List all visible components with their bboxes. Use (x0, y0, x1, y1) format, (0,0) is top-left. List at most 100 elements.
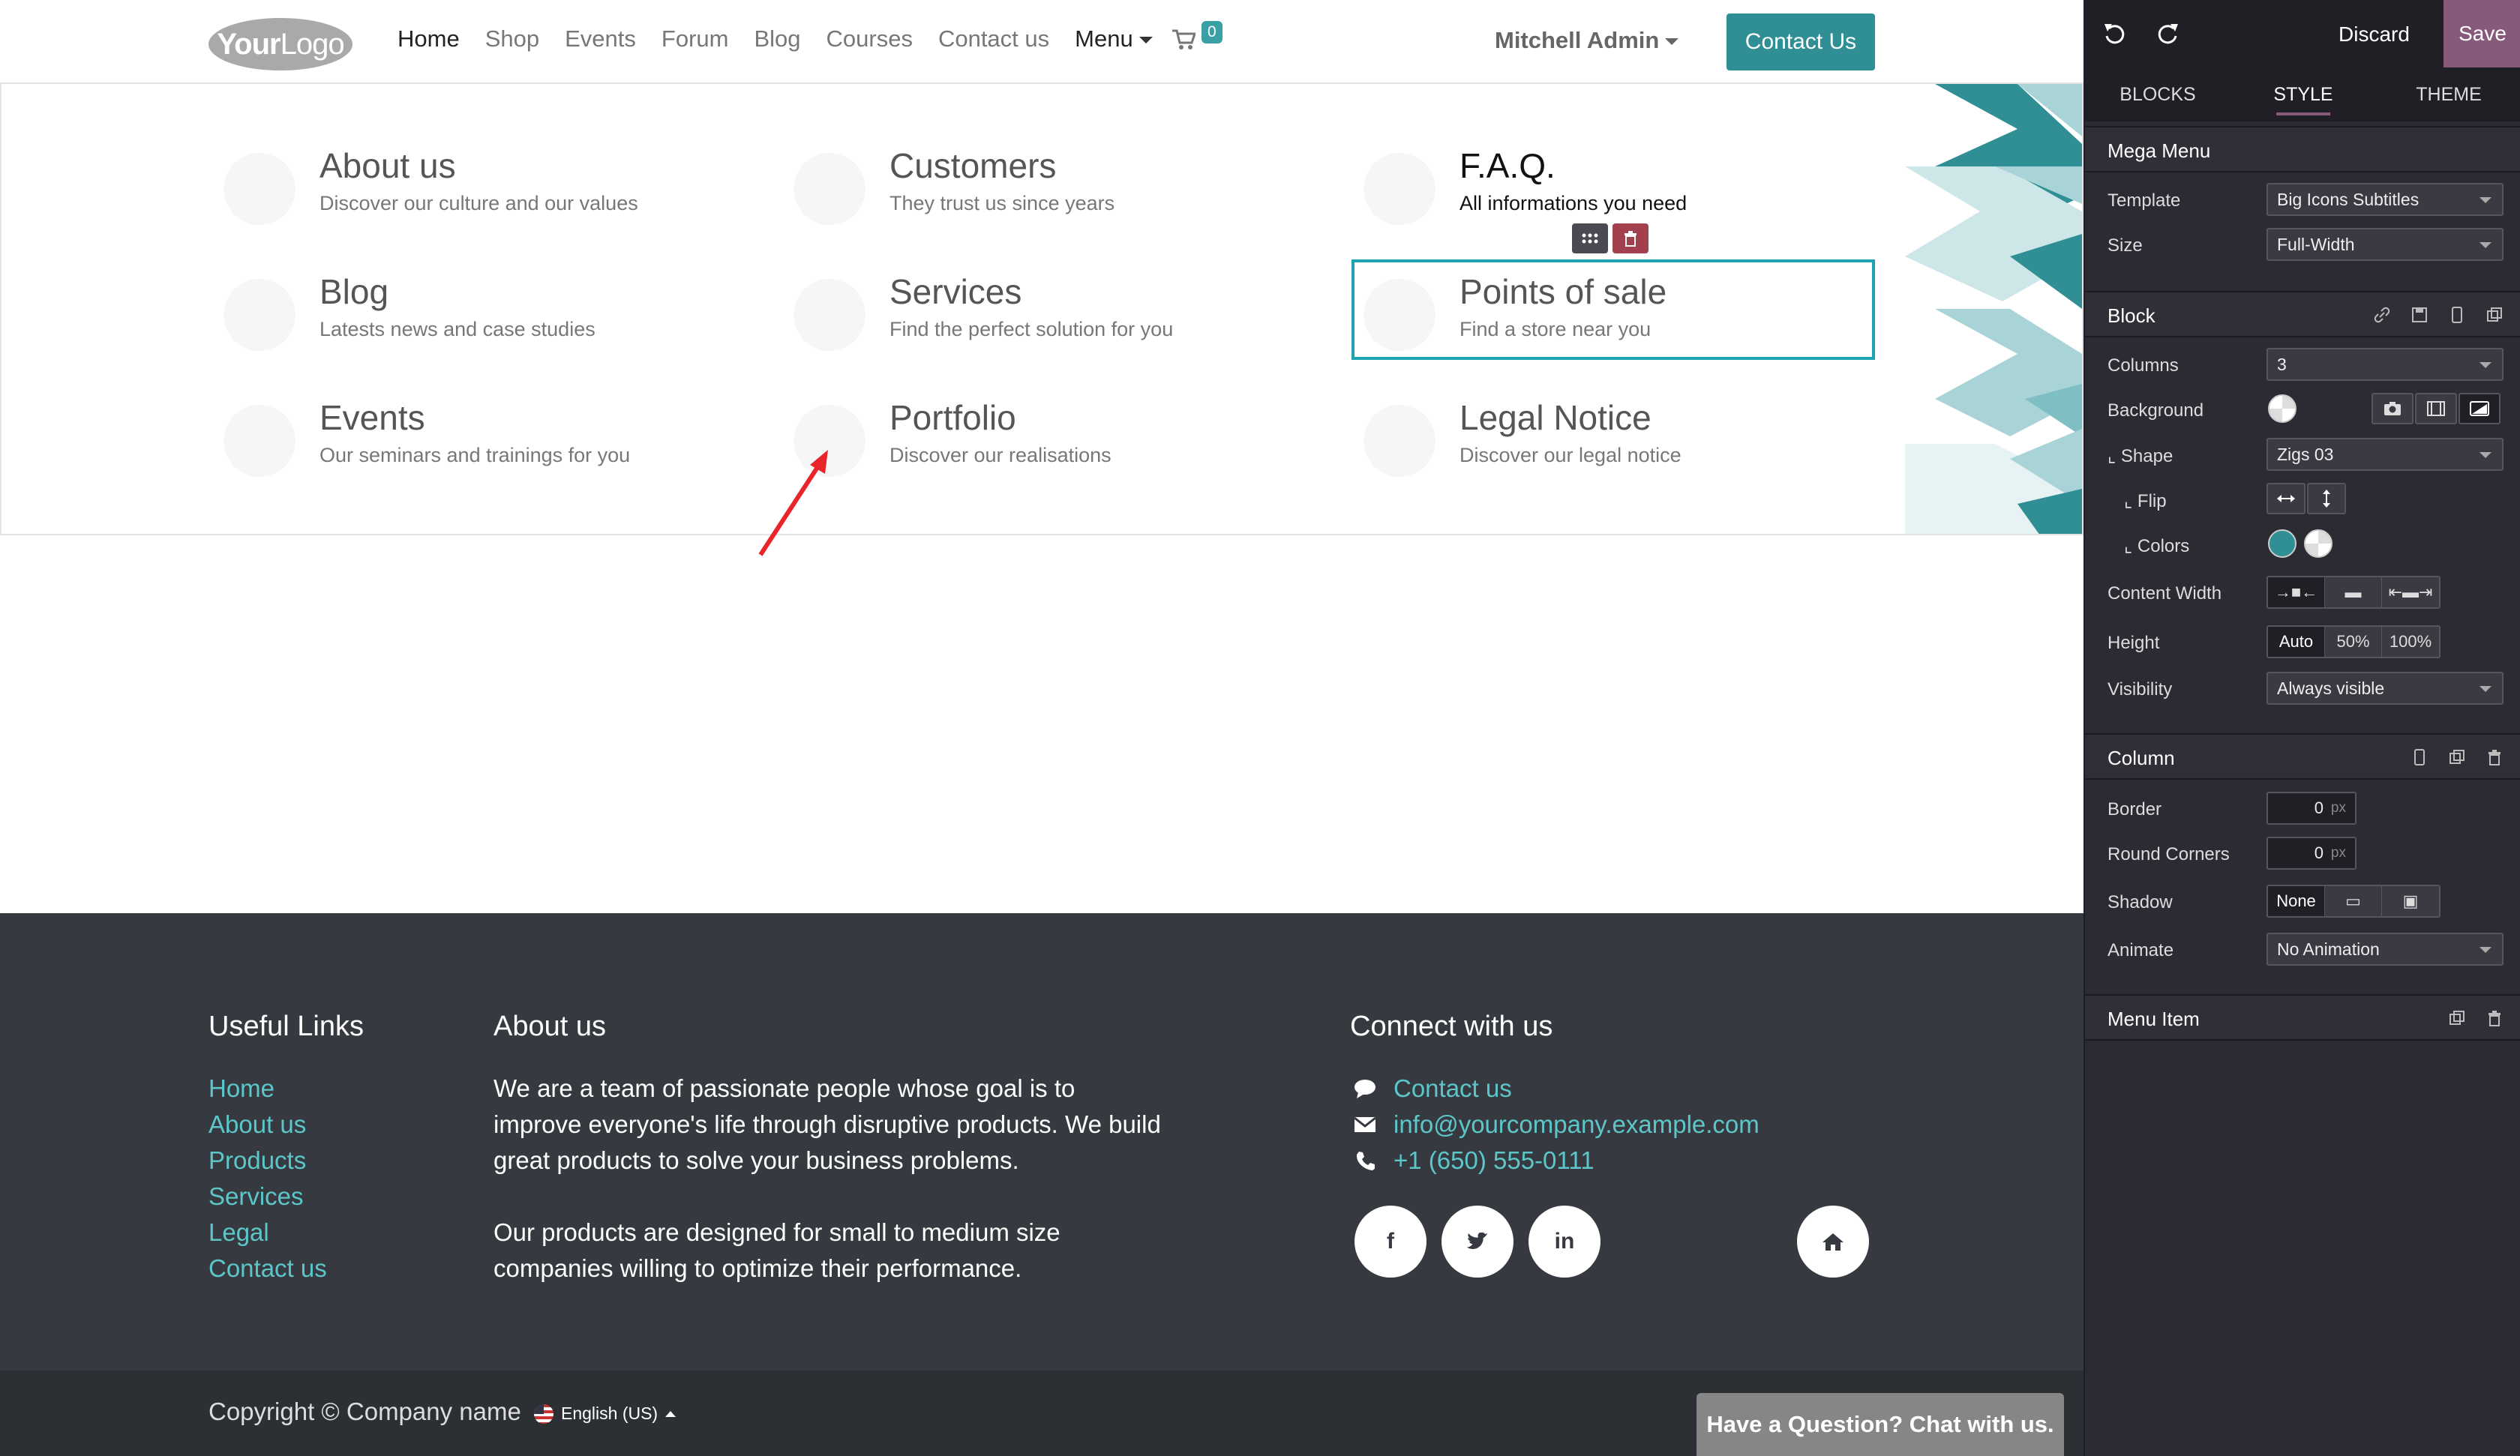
useful-links-title: Useful Links (208, 1011, 364, 1042)
height-group: Auto 50% 100% (2266, 625, 2440, 658)
video-film-icon[interactable] (2415, 393, 2457, 424)
shape-select[interactable]: Zigs 03 (2266, 438, 2504, 471)
shape-background-icon[interactable] (2458, 393, 2500, 424)
caret-down-icon (1665, 38, 1679, 46)
template-select[interactable]: Big Icons Subtitles (2266, 183, 2504, 216)
about-us-paragraph-1: We are a team of passionate people whose… (494, 1074, 1161, 1174)
content-width-small-icon[interactable]: →■← (2268, 577, 2325, 607)
comment-icon (1350, 1079, 1380, 1098)
content-width-regular-icon[interactable]: ▬ (2325, 577, 2382, 607)
tab-blocks[interactable]: BLOCKS (2085, 67, 2230, 121)
option-label: Size (2108, 235, 2143, 256)
background-color-swatch[interactable] (2268, 394, 2296, 423)
footer-link-legal[interactable]: Legal (208, 1215, 327, 1251)
contact-us-button[interactable]: Contact Us (1726, 13, 1875, 70)
mobile-visibility-icon[interactable] (2410, 748, 2428, 766)
footer-link-about-us[interactable]: About us (208, 1107, 327, 1143)
option-label: Height (2108, 633, 2160, 653)
option-round-corners: Round Corners 0 px (2085, 834, 2520, 876)
nav-contact-us[interactable]: Contact us (938, 25, 1049, 52)
drag-handle-icon[interactable] (1572, 223, 1608, 253)
footer-phone-link[interactable]: +1 (650) 555-0111 (1394, 1143, 1594, 1179)
connect-title: Connect with us (1350, 1011, 1553, 1042)
cart-icon[interactable] (1172, 28, 1196, 51)
option-flip: ⌞ Flip (2085, 480, 2520, 522)
camera-icon[interactable] (2372, 393, 2414, 424)
editor-panel: Discard Save BLOCKS STYLE THEME Mega Men… (2084, 0, 2520, 1456)
mega-menu-item-subtitle: Discover our legal notice (1460, 444, 1682, 466)
redo-icon[interactable] (2156, 21, 2181, 46)
footer-link-services[interactable]: Services (208, 1179, 327, 1215)
footer-link-contact-us[interactable]: Contact us (208, 1251, 327, 1287)
columns-select[interactable]: 3 (2266, 348, 2504, 381)
footer-link-home[interactable]: Home (208, 1071, 327, 1107)
footer-link-products[interactable]: Products (208, 1143, 327, 1179)
section-mega-menu: Mega Menu (2085, 126, 2520, 172)
live-chat-button[interactable]: Have a Question? Chat with us. (1696, 1393, 2064, 1456)
shadow-inset-icon[interactable]: ▣ (2382, 886, 2439, 916)
section-menu-item: Menu Item (2085, 994, 2520, 1041)
duplicate-icon[interactable] (2448, 748, 2466, 766)
tab-style[interactable]: STYLE (2230, 67, 2376, 121)
mega-menu-item-title: Portfolio (890, 398, 1016, 437)
footer-email-link[interactable]: info@yourcompany.example.com (1394, 1107, 1760, 1143)
section-title: Block (2108, 304, 2156, 327)
size-select[interactable]: Full-Width (2266, 228, 2504, 261)
language-selector[interactable]: English (US) (534, 1404, 676, 1424)
trash-icon[interactable] (2486, 1009, 2504, 1027)
option-label: Background (2108, 400, 2204, 421)
flip-vertical-icon[interactable] (2307, 483, 2346, 514)
option-label: Animate (2108, 940, 2174, 960)
option-template: Template Big Icons Subtitles (2085, 180, 2520, 222)
animate-select[interactable]: No Animation (2266, 933, 2504, 966)
option-label: ⌞ Flip (2124, 491, 2167, 511)
undo-icon[interactable] (2102, 21, 2127, 46)
caret-up-icon (665, 1410, 676, 1417)
border-input[interactable]: 0 px (2266, 792, 2356, 825)
mobile-visibility-icon[interactable] (2448, 306, 2466, 324)
red-annotation-arrow-icon (758, 450, 828, 556)
visibility-select[interactable]: Always visible (2266, 672, 2504, 705)
twitter-icon[interactable] (1442, 1206, 1514, 1278)
tab-theme[interactable]: THEME (2376, 67, 2520, 121)
shadow-outset-icon[interactable]: ▭ (2325, 886, 2382, 916)
section-title: Mega Menu (2108, 139, 2211, 162)
height-100-button[interactable]: 100% (2382, 627, 2439, 657)
height-50-button[interactable]: 50% (2325, 627, 2382, 657)
language-label: English (US) (561, 1404, 658, 1423)
option-border: Border 0 px (2085, 789, 2520, 831)
user-menu[interactable]: Mitchell Admin (1495, 27, 1679, 54)
block-actions (2373, 306, 2504, 324)
discard-button[interactable]: Discard (2338, 22, 2410, 46)
save-button[interactable]: Save (2444, 0, 2520, 67)
footer-contact-link[interactable]: Contact us (1394, 1071, 1512, 1107)
flip-horizontal-icon[interactable] (2266, 483, 2306, 514)
menu-item-actions (2448, 1009, 2504, 1027)
option-animate: Animate No Animation (2085, 930, 2520, 972)
nav-menu-dropdown[interactable]: Menu (1075, 25, 1153, 52)
option-shape: ⌞ Shape Zigs 03 (2085, 435, 2520, 477)
home-icon[interactable] (1797, 1206, 1869, 1278)
height-auto-button[interactable]: Auto (2268, 627, 2325, 657)
trash-icon[interactable] (2486, 748, 2504, 766)
mega-menu-item-title: F.A.Q. (1460, 146, 1556, 185)
shadow-group: None ▭ ▣ (2266, 885, 2440, 918)
content-width-full-icon[interactable]: ⇤▬⇥ (2382, 577, 2439, 607)
selected-column-outline (1352, 259, 1875, 360)
shape-color-2-swatch[interactable] (2304, 529, 2332, 558)
option-columns: Columns 3 (2085, 345, 2520, 387)
link-icon[interactable] (2373, 306, 2391, 324)
linkedin-icon[interactable]: in (1528, 1206, 1600, 1278)
save-block-icon[interactable] (2410, 306, 2428, 324)
duplicate-icon[interactable] (2486, 306, 2504, 324)
shadow-none-button[interactable]: None (2268, 886, 2325, 916)
delete-trash-icon[interactable] (1612, 223, 1648, 253)
facebook-icon[interactable]: f (1354, 1206, 1426, 1278)
shape-color-1-swatch[interactable] (2268, 529, 2296, 558)
round-corners-input[interactable]: 0 px (2266, 837, 2356, 870)
duplicate-icon[interactable] (2448, 1009, 2466, 1027)
option-label: Content Width (2108, 583, 2222, 604)
mega-menu-item-subtitle: They trust us since years (890, 192, 1115, 214)
option-label: Border (2108, 799, 2162, 819)
mega-menu-item-legal-notice[interactable]: Legal Notice Discover our legal notice (1364, 397, 1904, 495)
